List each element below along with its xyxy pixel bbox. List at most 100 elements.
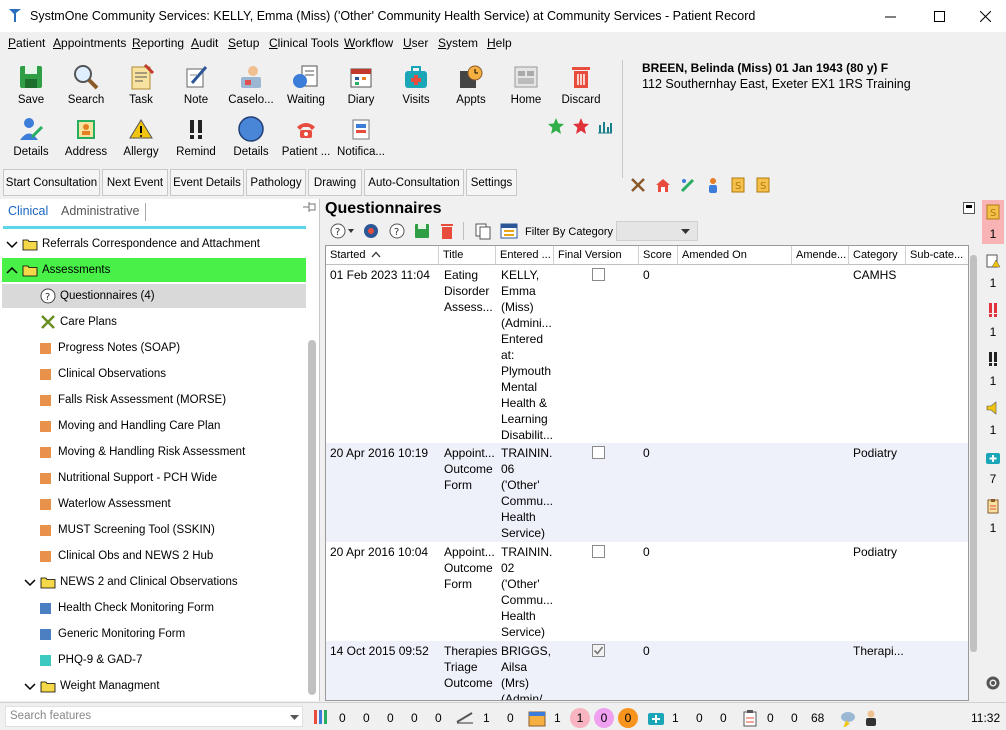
- tree-item-falls-risk-assessment-morse[interactable]: Falls Risk Assessment (MORSE): [2, 388, 306, 412]
- tree-item-news-2-and-clinical-observations[interactable]: NEWS 2 and Clinical Observations: [2, 570, 306, 594]
- weather-icon[interactable]: [839, 709, 857, 727]
- red-star-icon[interactable]: [572, 117, 590, 135]
- table-row[interactable]: 01 Feb 2023 11:04 Eating Disorder Assess...…: [326, 265, 968, 443]
- status-badge-magenta[interactable]: 0: [594, 708, 614, 728]
- clipboard-icon[interactable]: [742, 709, 758, 727]
- tree-item-weight-managment[interactable]: Weight Managment: [2, 674, 306, 698]
- tab-next-event[interactable]: Next Event: [102, 169, 168, 196]
- new-questionnaire-icon[interactable]: [362, 222, 380, 240]
- menu-clinical-tools[interactable]: Clinical Tools: [269, 36, 339, 50]
- close-button[interactable]: [962, 0, 1006, 32]
- tree-item-must-screening-tool-sskin[interactable]: MUST Screening Tool (SSKIN): [2, 518, 306, 542]
- save-button[interactable]: Save: [3, 63, 59, 113]
- tree-item-questionnaires-4[interactable]: ? Questionnaires (4): [2, 284, 306, 308]
- sticky-note-icon[interactable]: S: [985, 204, 1001, 220]
- user-icon[interactable]: [863, 709, 879, 727]
- delete-icon[interactable]: [438, 222, 456, 240]
- search-features-input[interactable]: Search features: [10, 710, 91, 722]
- waiting-button[interactable]: Waiting: [278, 63, 334, 113]
- note-button[interactable]: Note: [168, 63, 224, 113]
- col-score-header[interactable]: Score: [639, 246, 678, 265]
- table-scrollbar[interactable]: [969, 245, 978, 701]
- medical-bag-icon[interactable]: [647, 709, 665, 727]
- warning-note-icon[interactable]: [985, 253, 1001, 269]
- tab-event-details[interactable]: Event Details: [170, 169, 244, 196]
- table-row[interactable]: 20 Apr 2016 10:19 Appoint... Outcome Form TR…: [326, 443, 968, 542]
- discard-button[interactable]: Discard: [553, 63, 609, 113]
- allergy-button[interactable]: Allergy: [113, 115, 169, 165]
- col-entered-by-header[interactable]: Entered ...: [496, 246, 554, 265]
- maximize-button[interactable]: [916, 0, 962, 32]
- patient-contact-button[interactable]: Patient ...: [278, 115, 334, 165]
- tree-item-waterlow-assessment[interactable]: Waterlow Assessment: [2, 492, 306, 516]
- tree-item-moving-handling-risk-assessment[interactable]: Moving & Handling Risk Assessment: [2, 440, 306, 464]
- globe-details-button[interactable]: Details: [223, 115, 279, 165]
- status-badge-orange[interactable]: 0: [618, 708, 638, 728]
- col-sub-category-header[interactable]: Sub-cate...: [906, 246, 968, 265]
- col-final-version-header[interactable]: Final Version: [554, 246, 639, 265]
- pin-icon[interactable]: [303, 201, 317, 213]
- menu-help[interactable]: Help: [487, 36, 512, 50]
- col-amended-by-header[interactable]: Amende...: [792, 246, 849, 265]
- col-title-header[interactable]: Title: [439, 246, 496, 265]
- tab-settings[interactable]: Settings: [466, 169, 517, 196]
- tree-item-care-plans[interactable]: Care Plans: [2, 310, 306, 334]
- remind-button[interactable]: Remind: [168, 115, 224, 165]
- remind-icon[interactable]: [985, 351, 1001, 367]
- bar-chart-icon[interactable]: [597, 118, 613, 134]
- tree-item-clinical-observations[interactable]: Clinical Observations: [2, 362, 306, 386]
- table-row[interactable]: 20 Apr 2016 10:04 Appoint... Outcome Form TR…: [326, 542, 968, 641]
- gear-icon[interactable]: [985, 675, 1001, 691]
- tree-item-nutritional-support-pch-wide[interactable]: Nutritional Support - PCH Wide: [2, 466, 306, 490]
- red-alert-icon[interactable]: [985, 302, 1001, 318]
- diary-button[interactable]: Diary: [333, 63, 389, 113]
- chevron-up-icon[interactable]: [6, 265, 18, 275]
- menu-appointments[interactable]: Appointments: [53, 36, 126, 50]
- menu-audit[interactable]: Audit: [191, 36, 218, 50]
- question-menu-icon[interactable]: ?: [330, 222, 356, 240]
- home-button[interactable]: Home: [498, 63, 554, 113]
- calendar-icon[interactable]: [528, 709, 546, 727]
- task-button[interactable]: Task: [113, 63, 169, 113]
- medical-bag-icon[interactable]: [985, 449, 1001, 465]
- chevron-down-icon[interactable]: [6, 239, 18, 249]
- minimize-button[interactable]: [867, 0, 913, 32]
- green-star-icon[interactable]: [547, 117, 565, 135]
- menu-patient[interactable]: Patient: [8, 36, 45, 50]
- category-filter-dropdown[interactable]: [616, 221, 698, 241]
- tree-scrollbar-thumb[interactable]: [308, 340, 316, 695]
- menu-user[interactable]: User: [403, 36, 428, 50]
- menu-setup[interactable]: Setup: [228, 36, 259, 50]
- menu-workflow[interactable]: Workflow: [344, 36, 393, 50]
- menu-reporting[interactable]: Reporting: [132, 36, 184, 50]
- tree-item-health-check-monitoring-form[interactable]: Health Check Monitoring Form: [2, 596, 306, 620]
- save-questionnaire-icon[interactable]: [413, 222, 431, 240]
- tree-item-moving-and-handling-care-plan[interactable]: Moving and Handling Care Plan: [2, 414, 306, 438]
- table-row[interactable]: 14 Oct 2015 09:52 Therapies Triage Outcome B…: [326, 641, 968, 700]
- tree-item-generic-monitoring-form[interactable]: Generic Monitoring Form: [2, 622, 306, 646]
- tab-auto-consultation[interactable]: Auto-Consultation: [364, 169, 464, 196]
- copy-icon[interactable]: [474, 222, 492, 240]
- panel-restore-icon[interactable]: [963, 202, 975, 214]
- visits-button[interactable]: Visits: [388, 63, 444, 113]
- table-scrollbar-thumb[interactable]: [970, 255, 977, 652]
- clipboard-icon[interactable]: [985, 498, 1001, 514]
- tree-scrollbar[interactable]: [306, 230, 318, 700]
- final-version-checkbox[interactable]: [592, 268, 605, 281]
- tab-pathology[interactable]: Pathology: [246, 169, 306, 196]
- col-started-header[interactable]: Started: [326, 246, 439, 265]
- test-tubes-icon[interactable]: [312, 708, 330, 726]
- search-button[interactable]: Search: [58, 63, 114, 113]
- col-category-header[interactable]: Category: [849, 246, 906, 265]
- chevron-down-icon[interactable]: [24, 577, 36, 587]
- col-amended-on-header[interactable]: Amended On: [678, 246, 792, 265]
- address-button[interactable]: Address: [58, 115, 114, 165]
- tree-item-clinical-obs-and-news-2-hub[interactable]: Clinical Obs and NEWS 2 Hub: [2, 544, 306, 568]
- status-badge-pink[interactable]: 1: [570, 708, 590, 728]
- tree-item-referrals-correspondence-and-attachment[interactable]: Referrals Correspondence and Attachment: [2, 232, 306, 256]
- tab-administrative[interactable]: Administrative: [61, 204, 140, 218]
- final-version-checkbox[interactable]: [592, 644, 605, 657]
- tree-item-progress-notes-soap[interactable]: Progress Notes (SOAP): [2, 336, 306, 360]
- tab-start-consultation[interactable]: Start Consultation: [3, 169, 100, 196]
- help-icon[interactable]: ?: [388, 222, 406, 240]
